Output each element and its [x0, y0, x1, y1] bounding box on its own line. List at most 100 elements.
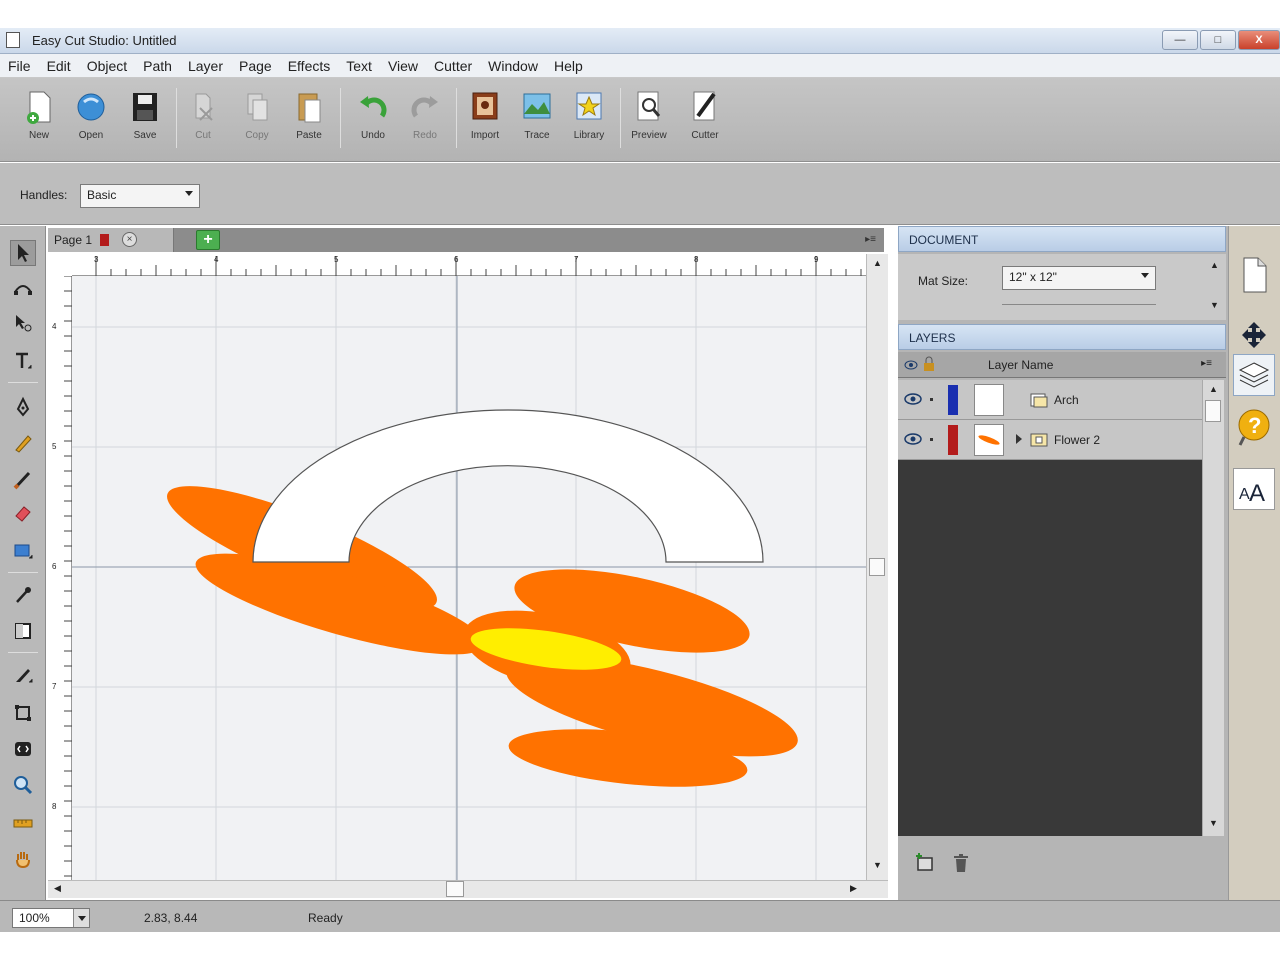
menu-layer[interactable]: Layer [188, 58, 223, 74]
lock-indicator[interactable] [930, 438, 933, 441]
eye-icon[interactable] [904, 358, 918, 372]
horizontal-scrollbar[interactable]: ◀ ▶ [48, 880, 888, 898]
transform-tool[interactable] [10, 310, 36, 336]
menu-view[interactable]: View [388, 58, 418, 74]
ruler-label: 3 [94, 255, 99, 264]
add-layer-icon[interactable] [914, 852, 936, 874]
paste-button[interactable]: Paste [284, 88, 334, 154]
eyedropper-tool[interactable] [10, 582, 36, 608]
scroll-thumb[interactable] [446, 881, 464, 897]
menu-path[interactable]: Path [143, 58, 172, 74]
layer-color-swatch[interactable] [948, 425, 958, 455]
zoom-dropdown[interactable]: 100% [12, 908, 90, 928]
layer-row[interactable]: Flower 2 [898, 420, 1202, 460]
menu-text[interactable]: Text [346, 58, 372, 74]
fill-tool[interactable] [10, 618, 36, 644]
cut-button[interactable]: Cut [178, 88, 228, 154]
menu-effects[interactable]: Effects [288, 58, 331, 74]
trash-icon[interactable] [950, 852, 972, 874]
menu-help[interactable]: Help [554, 58, 583, 74]
menu-edit[interactable]: Edit [47, 58, 71, 74]
mat-size-dropdown[interactable]: 12" x 12" [1002, 266, 1156, 290]
scroll-down-icon[interactable]: ▼ [1210, 300, 1219, 310]
layer-row[interactable]: Arch [898, 380, 1202, 420]
scroll-down-icon[interactable]: ▼ [873, 860, 882, 870]
lock-indicator[interactable] [930, 398, 933, 401]
layers-panel-toggle[interactable] [1233, 354, 1275, 396]
scroll-thumb[interactable] [869, 558, 885, 576]
menu-cutter[interactable]: Cutter [434, 58, 472, 74]
expand-arrow-icon[interactable] [1016, 434, 1022, 444]
document-panel-toggle[interactable] [1233, 254, 1275, 296]
scroll-left-icon[interactable]: ◀ [54, 883, 61, 894]
pen-tool[interactable] [10, 394, 36, 420]
scroll-up-icon[interactable]: ▲ [1209, 384, 1218, 394]
handles-dropdown[interactable]: Basic [80, 184, 200, 208]
eye-icon[interactable] [904, 392, 922, 406]
select-tool[interactable] [10, 240, 36, 266]
scroll-up-icon[interactable]: ▲ [873, 258, 882, 268]
undo-button[interactable]: Undo [348, 88, 398, 154]
save-label: Save [133, 130, 157, 141]
arch-shape[interactable] [252, 409, 764, 563]
new-button[interactable]: New [14, 88, 64, 154]
crop-tool[interactable] [10, 700, 36, 726]
move-arrows-icon [1242, 322, 1266, 348]
measure-tool[interactable] [10, 810, 36, 836]
design-canvas[interactable] [72, 276, 866, 880]
layer-color-swatch[interactable] [948, 385, 958, 415]
eraser-tool[interactable] [10, 500, 36, 526]
close-page-icon[interactable]: × [122, 232, 137, 247]
mat-size-value: 12" x 12" [1009, 270, 1057, 284]
cursor-coordinates: 2.83, 8.44 [144, 911, 198, 925]
minimize-button[interactable]: — [1162, 30, 1198, 50]
zoom-tool[interactable] [10, 772, 36, 798]
layers-scrollbar[interactable]: ▲ ▼ [1202, 380, 1224, 836]
add-page-button[interactable]: + [196, 230, 220, 250]
node-edit-tool[interactable] [10, 276, 36, 302]
menu-window[interactable]: Window [488, 58, 538, 74]
layers-panel-header[interactable]: LAYERS [898, 324, 1226, 350]
vertical-scrollbar[interactable]: ▲ ▼ [866, 254, 888, 880]
lock-icon[interactable] [922, 356, 936, 372]
scroll-down-icon[interactable]: ▼ [1209, 818, 1218, 828]
copy-button[interactable]: Copy [232, 88, 282, 154]
text-panel-toggle[interactable]: AA [1233, 468, 1275, 510]
move-panel-toggle[interactable] [1233, 314, 1275, 356]
eye-icon[interactable] [904, 432, 922, 446]
text-tool[interactable] [10, 348, 36, 374]
trace-button[interactable]: Trace [512, 88, 562, 154]
options-bar: Handles: Basic [0, 163, 1280, 225]
menu-file[interactable]: File [8, 58, 31, 74]
trace-image-icon [523, 93, 551, 119]
menu-page[interactable]: Page [239, 58, 272, 74]
open-button[interactable]: Open [66, 88, 116, 154]
ruler-label: 4 [52, 322, 57, 331]
handles-label: Handles: [20, 188, 68, 202]
knife-tool[interactable] [10, 662, 36, 688]
ruler-label: 4 [214, 255, 219, 264]
tab-page-1[interactable]: Page 1 × [48, 228, 174, 252]
save-button[interactable]: Save [120, 88, 170, 154]
cutter-button[interactable]: Cutter [680, 88, 730, 154]
import-button[interactable]: Import [460, 88, 510, 154]
help-panel-toggle[interactable]: ? [1233, 406, 1275, 448]
preview-button[interactable]: Preview [624, 88, 674, 154]
document-panel-header[interactable]: DOCUMENT [898, 226, 1226, 252]
tab-menu-icon[interactable]: ▸≡ [865, 234, 876, 245]
scroll-up-icon[interactable]: ▲ [1210, 260, 1219, 270]
redo-button[interactable]: Redo [400, 88, 450, 154]
brush-tool[interactable] [10, 466, 36, 492]
layer-menu-icon[interactable]: ▸≡ [1201, 358, 1212, 369]
weld-tool[interactable] [10, 736, 36, 762]
menu-object[interactable]: Object [87, 58, 127, 74]
close-button[interactable]: X [1238, 30, 1280, 50]
pencil-tool[interactable] [10, 430, 36, 456]
maximize-button[interactable]: □ [1200, 30, 1236, 50]
shape-tool[interactable] [10, 538, 36, 564]
pan-tool[interactable] [10, 846, 36, 872]
mat-size-slider[interactable] [1002, 304, 1156, 314]
scroll-right-icon[interactable]: ▶ [850, 883, 857, 894]
scroll-thumb[interactable] [1205, 400, 1221, 422]
library-button[interactable]: Library [564, 88, 614, 154]
